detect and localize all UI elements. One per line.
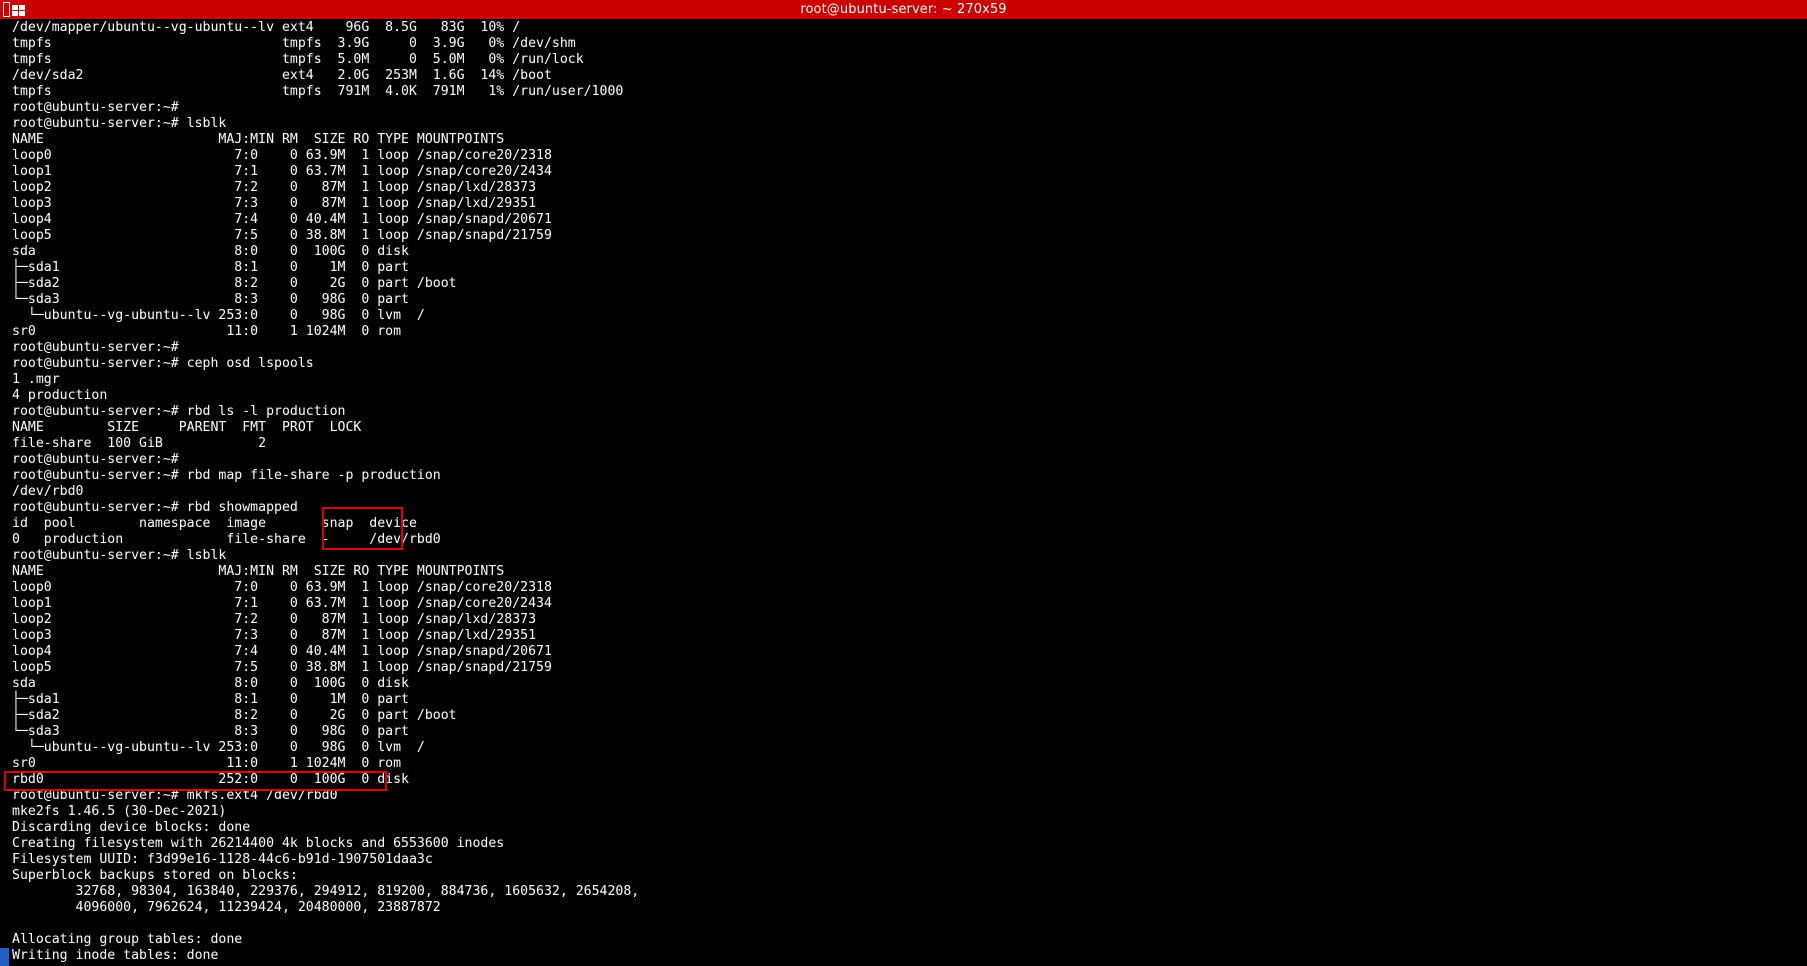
terminal-line: tmpfs tmpfs 3.9G 0 3.9G 0% /dev/shm [12,36,576,51]
terminal-line: 1 .mgr [12,372,60,387]
terminal-line: root@ubuntu-server:~# rbd ls -l producti… [12,404,346,419]
terminal-line: /dev/mapper/ubuntu--vg-ubuntu--lv ext4 9… [12,20,521,35]
scroll-marker [0,948,9,966]
terminal-line: └─sda3 8:3 0 98G 0 part [12,724,409,739]
terminal-line: loop5 7:5 0 38.8M 1 loop /snap/snapd/217… [12,228,552,243]
terminal-line: NAME SIZE PARENT FMT PROT LOCK [12,420,362,435]
terminal-line: loop3 7:3 0 87M 1 loop /snap/lxd/29351 [12,196,537,211]
terminal-line: sr0 11:0 1 1024M 0 rom [12,756,402,771]
terminal-line: root@ubuntu-server:~# [12,100,179,115]
terminal-line: sr0 11:0 1 1024M 0 rom [12,324,402,339]
terminal-line: loop0 7:0 0 63.9M 1 loop /snap/core20/23… [12,148,552,163]
terminal-window: root@ubuntu-server: ~ 270x59 /dev/mapper… [0,0,1807,966]
terminal-line: ├─sda1 8:1 0 1M 0 part [12,260,409,275]
terminal-line: loop2 7:2 0 87M 1 loop /snap/lxd/28373 [12,612,537,627]
terminal-line: └─sda3 8:3 0 98G 0 part [12,292,409,307]
terminal-line: mke2fs 1.46.5 (30-Dec-2021) [12,804,227,819]
terminal-line: 4 production [12,388,108,403]
terminal-line: sda 8:0 0 100G 0 disk [12,244,409,259]
terminal-line: /dev/rbd0 [12,484,84,499]
terminal-line: root@ubuntu-server:~# ceph osd lspools [12,356,314,371]
terminal-output[interactable]: /dev/mapper/ubuntu--vg-ubuntu--lv ext4 9… [12,20,1807,966]
terminal-line: Writing inode tables: done [12,948,219,963]
terminal-line: 4096000, 7962624, 11239424, 20480000, 23… [12,900,441,915]
terminal-line: tmpfs tmpfs 791M 4.0K 791M 1% /run/user/… [12,84,624,99]
window-title: root@ubuntu-server: ~ 270x59 [800,2,1007,17]
terminal-line: sda 8:0 0 100G 0 disk [12,676,409,691]
terminal-line: loop2 7:2 0 87M 1 loop /snap/lxd/28373 [12,180,537,195]
terminal-line: root@ubuntu-server:~# mkfs.ext4 /dev/rbd… [12,788,338,803]
terminal-line: root@ubuntu-server:~# [12,452,179,467]
terminal-line: NAME MAJ:MIN RM SIZE RO TYPE MOUNTPOINTS [12,132,505,147]
terminal-line: 0 production file-share - /dev/rbd0 [12,532,441,547]
terminal-line: rbd0 252:0 0 100G 0 disk [12,772,409,787]
terminal-line: ├─sda2 8:2 0 2G 0 part /boot [12,708,457,723]
terminal-line: NAME MAJ:MIN RM SIZE RO TYPE MOUNTPOINTS [12,564,505,579]
terminal-line: tmpfs tmpfs 5.0M 0 5.0M 0% /run/lock [12,52,584,67]
terminal-line: Filesystem UUID: f3d99e16-1128-44c6-b91d… [12,852,433,867]
terminal-line: loop4 7:4 0 40.4M 1 loop /snap/snapd/206… [12,212,552,227]
terminal-line: ├─sda2 8:2 0 2G 0 part /boot [12,276,457,291]
terminal-line: 32768, 98304, 163840, 229376, 294912, 81… [12,884,640,899]
terminal-line: loop3 7:3 0 87M 1 loop /snap/lxd/29351 [12,628,537,643]
terminal-line: Superblock backups stored on blocks: [12,868,298,883]
terminal-line: file-share 100 GiB 2 [12,436,267,451]
terminal-line: root@ubuntu-server:~# [12,340,179,355]
terminal-line: root@ubuntu-server:~# rbd map file-share… [12,468,441,483]
terminal-line: /dev/sda2 ext4 2.0G 253M 1.6G 14% /boot [12,68,552,83]
terminal-line: id pool namespace image snap device [12,516,417,531]
terminal-line: root@ubuntu-server:~# rbd showmapped [12,500,298,515]
terminal-line: loop0 7:0 0 63.9M 1 loop /snap/core20/23… [12,580,552,595]
terminal-line: root@ubuntu-server:~# lsblk [12,116,227,131]
terminal-line: Creating filesystem with 26214400 4k blo… [12,836,505,851]
terminal-line: Discarding device blocks: done [12,820,251,835]
terminal-line: loop1 7:1 0 63.7M 1 loop /snap/core20/24… [12,164,552,179]
terminal-line: └─ubuntu--vg-ubuntu--lv 253:0 0 98G 0 lv… [12,308,425,323]
terminal-line: ├─sda1 8:1 0 1M 0 part [12,692,409,707]
terminal-line: loop5 7:5 0 38.8M 1 loop /snap/snapd/217… [12,660,552,675]
title-bar[interactable]: root@ubuntu-server: ~ 270x59 [0,0,1807,19]
terminal-line: Allocating group tables: done [12,932,243,947]
terminal-line: └─ubuntu--vg-ubuntu--lv 253:0 0 98G 0 lv… [12,740,425,755]
terminal-line: loop1 7:1 0 63.7M 1 loop /snap/core20/24… [12,596,552,611]
terminal-line: root@ubuntu-server:~# lsblk [12,548,227,563]
terminal-line: loop4 7:4 0 40.4M 1 loop /snap/snapd/206… [12,644,552,659]
